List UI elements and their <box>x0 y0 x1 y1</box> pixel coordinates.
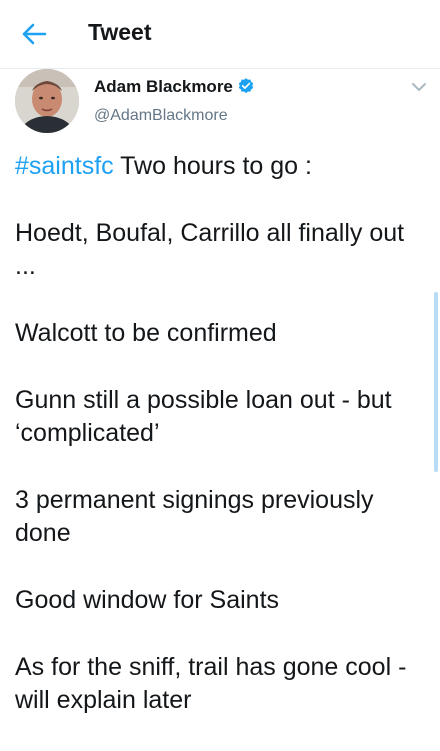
page-title: Tweet <box>88 19 152 45</box>
tweet-paragraph: Gunn still a possible loan out - but ‘co… <box>15 386 392 447</box>
tweet-paragraph-text: Two hours to go : <box>113 152 312 180</box>
author-handle[interactable]: @AdamBlackmore <box>94 107 228 125</box>
tweet-paragraph: #saintsfc Two hours to go : <box>15 150 430 183</box>
back-button[interactable] <box>14 16 54 52</box>
tweet-paragraph: Hoedt, Boufal, Carrillo all finally out … <box>15 219 405 280</box>
avatar-image <box>15 69 79 133</box>
arrow-left-icon <box>22 23 47 45</box>
tweet-paragraph: Walcott to be confirmed <box>15 319 277 347</box>
scrollbar[interactable] <box>434 292 438 472</box>
tweet-paragraph: Good window for Saints <box>15 586 280 614</box>
tweet-text: #saintsfc Two hours to go : Hoedt, Boufa… <box>15 150 430 751</box>
avatar[interactable] <box>15 69 79 133</box>
tweet-paragraph: 3 permanent signings previously done <box>15 486 374 547</box>
author-display-name[interactable]: Adam Blackmore <box>94 77 255 100</box>
hashtag-link[interactable]: #saintsfc <box>15 152 114 180</box>
chevron-down-icon <box>412 83 426 91</box>
author-name-text: Adam Blackmore <box>94 77 233 96</box>
tweet-paragraph: As for the sniff, trail has gone cool - … <box>15 653 407 714</box>
top-app-bar: Tweet <box>0 0 440 69</box>
tweet-options-button[interactable] <box>410 80 428 94</box>
verified-badge-icon <box>237 77 255 100</box>
